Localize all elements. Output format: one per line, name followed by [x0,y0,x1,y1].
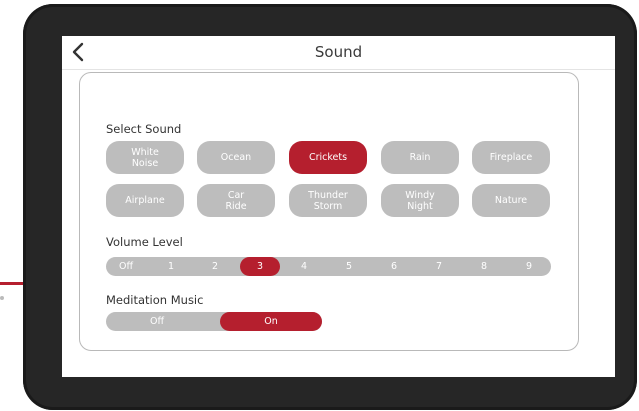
volume-level-1[interactable]: 1 [151,257,191,276]
page-title: Sound [314,43,363,61]
sound-option-fireplace[interactable]: Fireplace [472,141,550,174]
sound-option-nature[interactable]: Nature [472,184,550,217]
sound-option-windy-night[interactable]: Windy Night [381,184,459,217]
sound-option-thunder-storm[interactable]: Thunder Storm [289,184,367,217]
volume-selector: Off 1 2 3 4 5 6 7 8 9 [106,257,551,276]
sound-option-white-noise[interactable]: White Noise [106,141,184,174]
volume-level-2[interactable]: 2 [195,257,235,276]
meditation-option-off[interactable]: Off [106,312,208,331]
sound-option-rain[interactable]: Rain [381,141,459,174]
select-sound-label: Select Sound [106,122,182,136]
volume-level-5[interactable]: 5 [329,257,369,276]
volume-level-7[interactable]: 7 [419,257,459,276]
sound-option-ocean[interactable]: Ocean [197,141,275,174]
meditation-music-toggle: Off On [106,312,322,331]
sound-option-car-ride[interactable]: Car Ride [197,184,275,217]
volume-level-8[interactable]: 8 [464,257,504,276]
top-bar: Sound [62,36,615,70]
meditation-music-label: Meditation Music [106,293,204,307]
sound-option-airplane[interactable]: Airplane [106,184,184,217]
volume-level-6[interactable]: 6 [374,257,414,276]
callout-mark [0,296,4,300]
volume-level-label: Volume Level [106,235,183,249]
screen: Sound Select Sound White Noise Ocean Crick… [62,36,615,377]
volume-level-3[interactable]: 3 [240,257,280,276]
volume-level-4[interactable]: 4 [284,257,324,276]
volume-level-9[interactable]: 9 [509,257,549,276]
meditation-option-on[interactable]: On [220,312,322,331]
volume-level-off[interactable]: Off [106,257,146,276]
sound-option-crickets[interactable]: Crickets [289,141,367,174]
